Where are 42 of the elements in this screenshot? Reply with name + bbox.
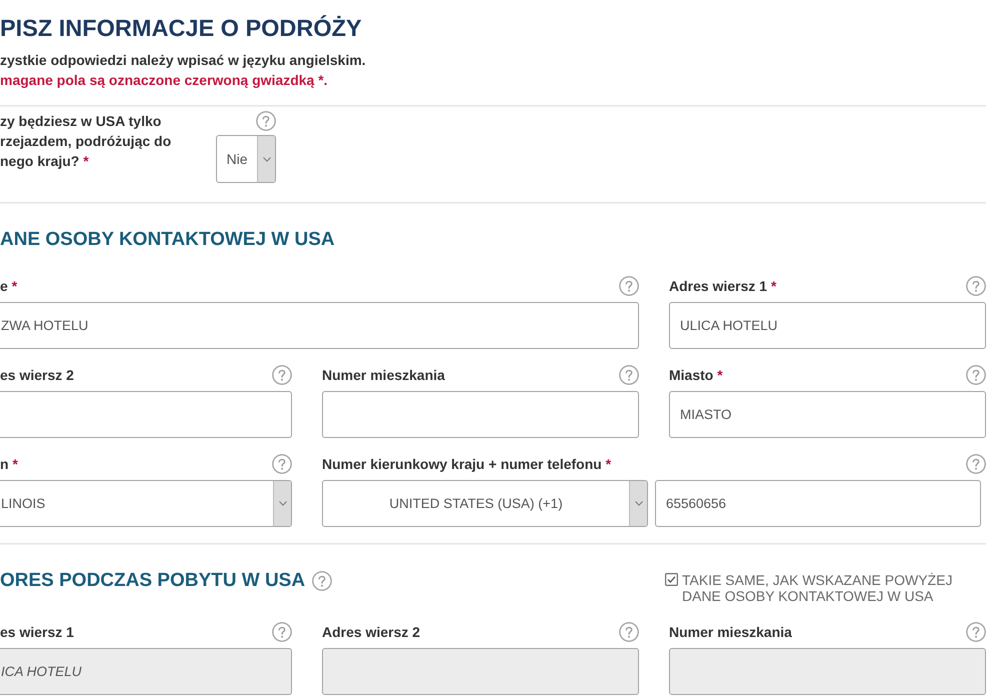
help-icon[interactable] [966,454,986,474]
help-icon[interactable] [619,276,639,296]
field-label: Numer kierunkowy kraju + numer telefonu * [322,455,612,474]
field-label: es wiersz 1 [0,623,74,642]
page-title: PISZ INFORMACJE O PODRÓŻY [0,14,363,42]
input-field[interactable] [322,391,639,438]
help-icon[interactable] [619,365,639,385]
help-icon[interactable] [272,622,292,642]
help-icon[interactable] [966,276,986,296]
input-field[interactable]: MIASTO [669,391,986,438]
field-label: Numer mieszkania [669,623,792,642]
help-icon[interactable] [272,365,292,385]
field-label: es wiersz 2 [0,366,74,385]
chevron-icon [257,136,275,182]
field-label: Miasto * [669,366,723,385]
help-icon[interactable] [966,622,986,642]
input-field[interactable]: ZWA HOTELU [0,302,639,349]
chevron-icon [273,481,291,526]
required-fields-note: magane pola są oznaczone czerwoną gwiazdką *. [0,71,329,90]
help-icon[interactable] [966,365,986,385]
instruction-text: zystkie odpowiedzi należy wpisać w języku angielskim. [0,51,367,70]
field-label: e * [0,277,18,296]
help-icon[interactable] [619,622,639,642]
input-field[interactable]: 65560656 [655,480,981,527]
checkbox-label: TAKIE SAME, JAK WSKAZANE POWYŻEJ DANE OSOBY KONTAKTOWEJ W USA [682,572,954,604]
question-label: zy będziesz w USA tylko rzejazdem, podróżując do nego kraju? * [0,112,172,171]
select-dropdown[interactable]: Nie [216,135,276,183]
select-dropdown[interactable]: UNITED STATES (USA) (+1) [322,480,648,527]
input-field[interactable]: ULICA HOTELU [669,302,986,349]
help-icon[interactable] [272,454,292,474]
field-label: Adres wiersz 2 [322,623,420,642]
checkbox[interactable] [665,573,678,586]
field-label: Numer mieszkania [322,366,445,385]
help-icon[interactable] [256,111,276,131]
select-dropdown[interactable]: LINOIS [0,480,292,527]
section-heading: ORES PODCZAS POBYTU W USA [0,569,306,593]
section-heading: ANE OSOBY KONTAKTOWEJ W USA [0,228,335,252]
field-label: n * [0,455,18,474]
help-icon[interactable] [312,571,332,591]
chevron-icon [629,481,647,526]
field-label: Adres wiersz 1 * [669,277,776,296]
input-field[interactable] [0,391,292,438]
